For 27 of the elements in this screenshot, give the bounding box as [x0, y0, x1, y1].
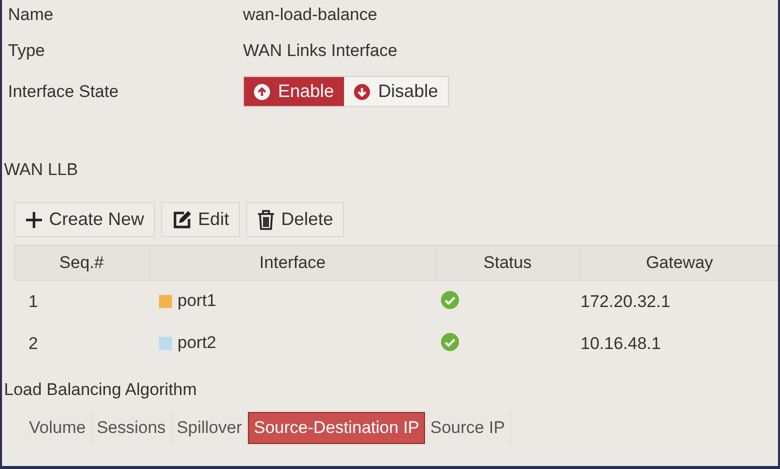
table-cell-text: 2	[28, 333, 39, 355]
column-header[interactable]: Status	[436, 246, 580, 280]
column-header[interactable]: Gateway	[580, 246, 778, 280]
field-value: WAN Links Interface	[243, 40, 398, 60]
plus-icon	[25, 210, 43, 228]
field-label: Name	[8, 5, 54, 25]
trash-icon	[257, 210, 276, 230]
interface-name: port2	[178, 333, 216, 354]
state-toggle-button[interactable]: Enable	[244, 77, 344, 106]
field-value: wan-load-balance	[243, 5, 378, 25]
edit-icon	[172, 210, 192, 230]
state-toggle-button[interactable]: Disable	[344, 77, 448, 106]
table-cell: 1	[14, 280, 150, 323]
up-arrow-icon	[254, 84, 270, 100]
column-header[interactable]: Seq.#	[14, 246, 150, 280]
column-header[interactable]: Interface	[150, 246, 436, 280]
section-title: WAN LLB	[3, 159, 80, 181]
algorithm-tab[interactable]: Source-Destination IP	[248, 412, 426, 444]
toolbar-button[interactable]: Delete	[246, 202, 344, 237]
table-cell-text: 10.16.48.1	[580, 333, 662, 355]
table-cell: 172.20.32.1	[580, 280, 778, 323]
interface-name: port1	[178, 291, 216, 312]
section-title: Load Balancing Algorithm	[3, 380, 198, 401]
toolbar-button[interactable]: Create New	[14, 202, 156, 237]
toolbar-button[interactable]: Edit	[161, 202, 240, 237]
field-label: Type	[8, 40, 46, 60]
field-label: Interface State	[8, 82, 120, 102]
